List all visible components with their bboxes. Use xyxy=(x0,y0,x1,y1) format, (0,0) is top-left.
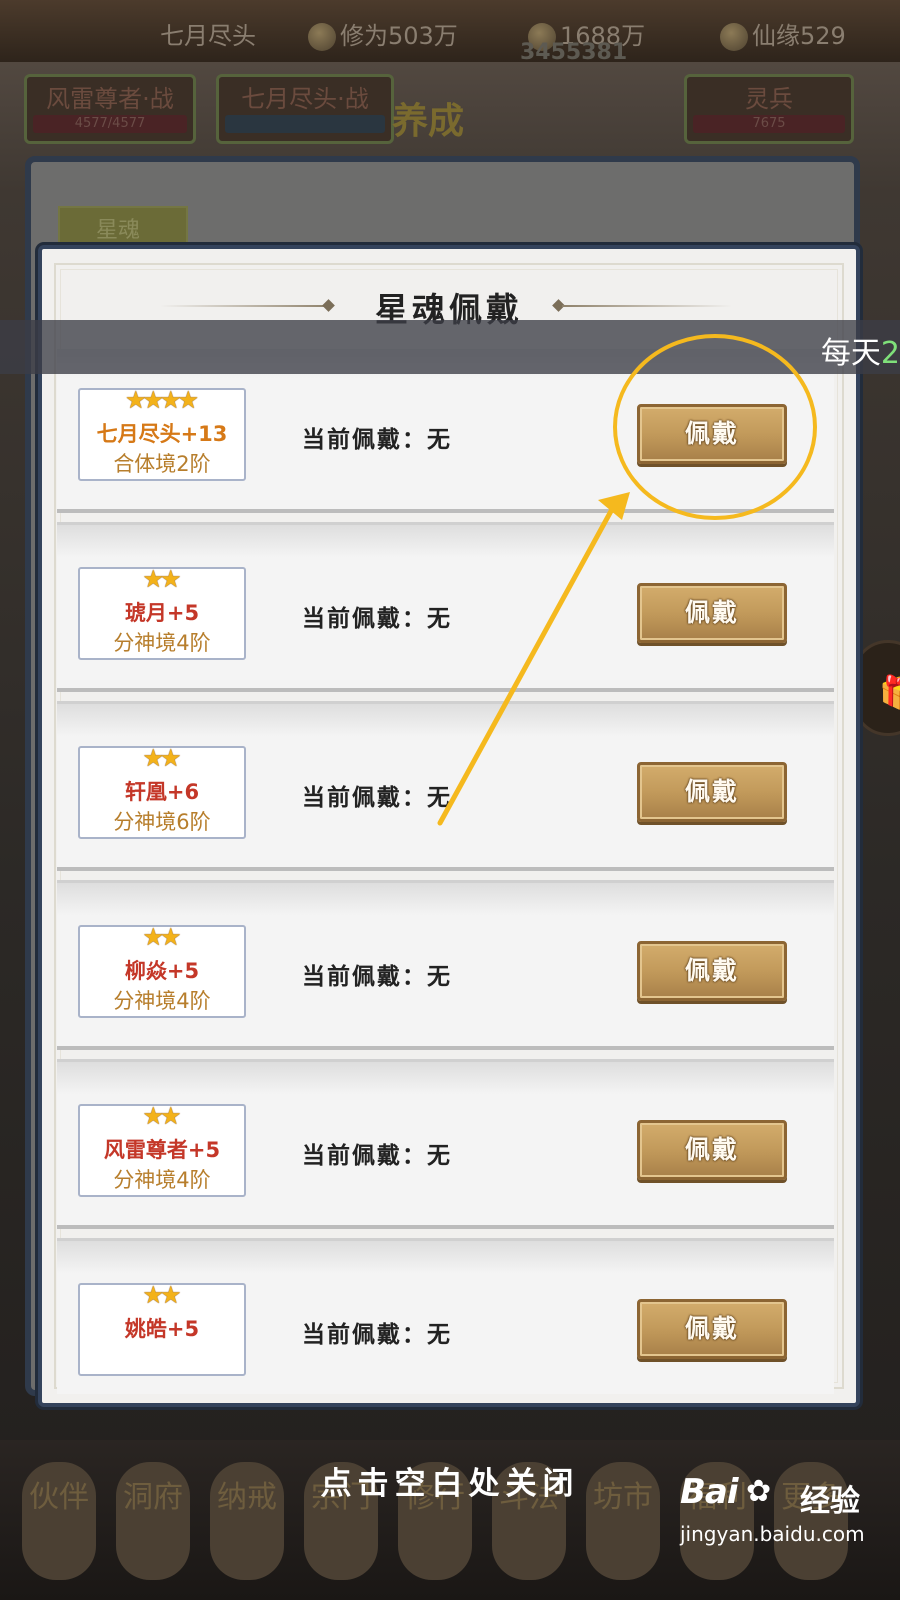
notice-text: 每天2 xyxy=(820,336,900,371)
equip-button[interactable]: 佩戴 xyxy=(637,404,787,464)
current-equipped: 当前佩戴：无 xyxy=(302,1322,452,1348)
star-rating: ★★ xyxy=(80,1102,244,1130)
star-soul-name: 琥月+5 xyxy=(124,601,200,625)
tab-fenglei-bar: 4577/4577 xyxy=(33,115,187,133)
baidu-watermark: Bai ✿ 经验 jingyan.baidu.com xyxy=(680,1472,890,1582)
list-item: ★★ 柳焱+5 分神境4阶 当前佩戴：无 佩戴 xyxy=(57,880,834,1050)
fate-icon xyxy=(720,23,748,51)
star-soul-card[interactable]: ★★ 琥月+5 分神境4阶 xyxy=(78,565,246,660)
star-rating: ★★★★ xyxy=(80,386,244,414)
watermark-brand-suffix: 经验 xyxy=(800,1484,860,1519)
star-soul-rank: 分神境4阶 xyxy=(113,989,211,1013)
equip-button[interactable]: 佩戴 xyxy=(637,941,787,1001)
list-item: ★★ 风雷尊者+5 分神境4阶 当前佩戴：无 佩戴 xyxy=(57,1059,834,1229)
watermark-url: jingyan.baidu.com xyxy=(680,1522,865,1546)
tab-qiyue[interactable]: 七月尽头·战 xyxy=(216,74,394,144)
star-soul-name: 风雷尊者+5 xyxy=(103,1138,221,1162)
current-equipped: 当前佩戴：无 xyxy=(302,606,452,632)
list-item: ★★ 琥月+5 分神境4阶 当前佩戴：无 佩戴 xyxy=(57,522,834,692)
watermark-brand: Bai xyxy=(680,1472,739,1512)
gift-icon: 🎁 xyxy=(879,673,900,711)
star-icon: ★ xyxy=(177,386,200,414)
star-soul-name: 姚皓+5 xyxy=(124,1317,200,1341)
star-soul-card[interactable]: ★★ 姚皓+5 xyxy=(78,1281,246,1376)
tab-qiyue-bar xyxy=(225,115,385,133)
star-soul-equip-dialog: 星魂佩戴 ★★★★ 七月尽头+13 合体境2阶 当前佩戴：无 佩戴 ★★ 琥月+… xyxy=(38,245,860,1407)
current-equipped: 当前佩戴：无 xyxy=(302,427,452,453)
star-soul-card[interactable]: ★★ 轩凰+6 分神境6阶 xyxy=(78,744,246,839)
tab-fenglei[interactable]: 风雷尊者·战 4577/4577 xyxy=(24,74,196,144)
equip-button[interactable]: 佩戴 xyxy=(637,583,787,643)
cultivation-icon xyxy=(308,23,336,51)
star-icon: ★ xyxy=(160,565,182,593)
cultivation-stat: 修为503万 xyxy=(308,16,458,51)
fate-stat: 仙缘529 xyxy=(720,16,846,51)
equip-button[interactable]: 佩戴 xyxy=(637,762,787,822)
notice-banner: 每天2 xyxy=(0,320,900,374)
top-status-bar: 七月尽头 修为503万 1688万 仙缘529 3455381 xyxy=(0,0,900,65)
current-equipped: 当前佩戴：无 xyxy=(302,1143,452,1169)
star-soul-name: 柳焱+5 xyxy=(124,959,200,983)
star-soul-rank: 分神境6阶 xyxy=(113,810,211,834)
star-soul-tab-button[interactable]: 星魂 xyxy=(58,206,188,246)
list-item: ★★ 轩凰+6 分神境6阶 当前佩戴：无 佩戴 xyxy=(57,701,834,871)
star-soul-card[interactable]: ★★ 柳焱+5 分神境4阶 xyxy=(78,923,246,1018)
star-icon: ★ xyxy=(160,744,182,772)
list-item: ★★ 姚皓+5 当前佩戴：无 佩戴 xyxy=(57,1238,834,1394)
star-soul-rank: 分神境4阶 xyxy=(113,1168,211,1192)
paw-icon: ✿ xyxy=(746,1474,772,1509)
current-equipped: 当前佩戴：无 xyxy=(302,785,452,811)
current-equipped: 当前佩戴：无 xyxy=(302,964,452,990)
star-rating: ★★ xyxy=(80,923,244,951)
tab-lingbing-bar: 7675 xyxy=(693,115,845,133)
star-soul-list[interactable]: ★★★★ 七月尽头+13 合体境2阶 当前佩戴：无 佩戴 ★★ 琥月+5 分神境… xyxy=(57,349,834,1394)
star-soul-card[interactable]: ★★★★ 七月尽头+13 合体境2阶 xyxy=(78,386,246,481)
star-icon: ★ xyxy=(160,923,182,951)
star-icon: ★ xyxy=(160,1281,182,1309)
star-icon: ★ xyxy=(160,1102,182,1130)
overlay-number: 3455381 xyxy=(520,40,628,65)
star-soul-rank: 分神境4阶 xyxy=(113,631,211,655)
star-soul-name: 轩凰+6 xyxy=(124,780,200,804)
star-soul-card[interactable]: ★★ 风雷尊者+5 分神境4阶 xyxy=(78,1102,246,1197)
player-name: 七月尽头 xyxy=(160,22,256,50)
cultivate-title: 养成 xyxy=(392,101,465,142)
equip-button[interactable]: 佩戴 xyxy=(637,1299,787,1359)
star-soul-rank: 合体境2阶 xyxy=(113,452,211,476)
star-rating: ★★ xyxy=(80,744,244,772)
equip-button[interactable]: 佩戴 xyxy=(637,1120,787,1180)
star-soul-name: 七月尽头+13 xyxy=(96,422,228,446)
star-rating: ★★ xyxy=(80,1281,244,1309)
star-rating: ★★ xyxy=(80,565,244,593)
tab-lingbing[interactable]: 灵兵 7675 xyxy=(684,74,854,144)
